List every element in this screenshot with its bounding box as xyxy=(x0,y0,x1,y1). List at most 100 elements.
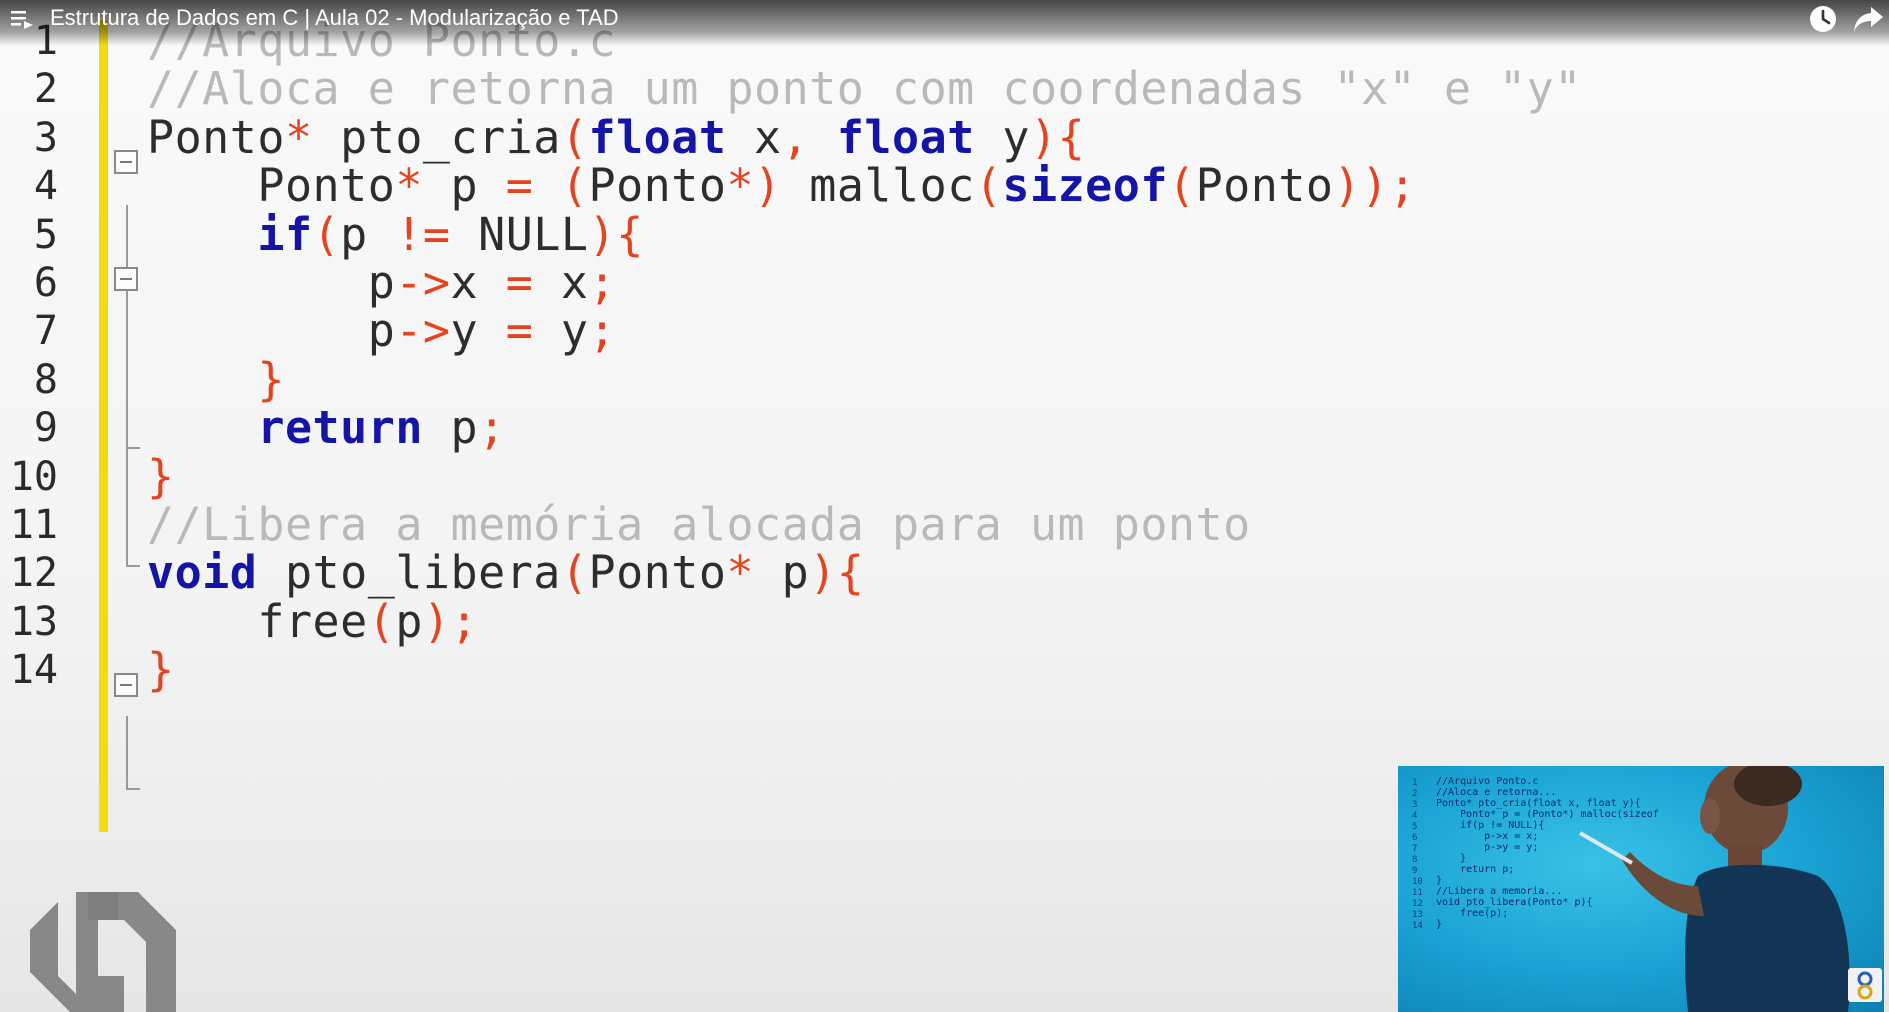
code-operator: -> xyxy=(395,304,451,358)
code-operator: ){ xyxy=(588,207,644,261)
code-line[interactable]: Ponto* pto_cria(float x, float y){ xyxy=(147,111,1085,164)
presenter-image xyxy=(1579,766,1850,1012)
code-operator: = xyxy=(505,256,534,309)
playlist-icon[interactable] xyxy=(10,8,34,30)
code-operator: } xyxy=(147,643,175,697)
line-number: 3 xyxy=(33,114,58,161)
code-text: y xyxy=(974,110,1030,164)
code-operator: ){ xyxy=(809,546,865,600)
code-operator: ); xyxy=(422,594,479,648)
code-operator: *) xyxy=(726,159,782,213)
clock-icon[interactable] xyxy=(1808,4,1838,34)
code-text: x xyxy=(726,110,782,164)
line-number: 7 xyxy=(33,308,58,355)
code-text: p xyxy=(754,546,810,600)
fold-toggle-line-5[interactable] xyxy=(114,267,138,291)
gutter-change-marker xyxy=(99,20,108,832)
code-operator: ( xyxy=(560,110,589,164)
code-text: Ponto xyxy=(1195,159,1334,213)
code-operator: , xyxy=(781,110,810,164)
code-line[interactable]: //Libera a memória alocada para um ponto xyxy=(147,498,1251,551)
line-number: 12 xyxy=(9,550,58,597)
code-keyword: if xyxy=(257,207,313,261)
code-text: p xyxy=(147,304,396,358)
code-text: NULL xyxy=(450,207,589,261)
code-text: p xyxy=(422,159,506,213)
code-text: pto_libera xyxy=(257,546,561,600)
share-icon[interactable] xyxy=(1852,4,1884,34)
code-operator: } xyxy=(257,352,285,406)
code-line[interactable]: return p; xyxy=(147,401,506,454)
code-keyword: void xyxy=(147,546,258,600)
code-line[interactable]: Ponto* p = (Ponto*) malloc(sizeof(Ponto)… xyxy=(147,159,1416,212)
code-keyword: sizeof xyxy=(1002,159,1168,213)
code-operator: = xyxy=(505,304,534,358)
code-comment: //Aloca e retorna um ponto com coordenad… xyxy=(147,62,1582,116)
code-text: Ponto xyxy=(588,546,727,600)
fold-toggle-line-12[interactable] xyxy=(114,673,138,697)
code-keyword: float xyxy=(836,110,975,164)
channel-badge-icon[interactable] xyxy=(1848,968,1882,1002)
code-text: p xyxy=(340,207,396,261)
line-number: 14 xyxy=(9,647,58,694)
code-text: p xyxy=(395,594,423,648)
code-operator: * xyxy=(284,110,313,164)
code-line[interactable]: void pto_libera(Ponto* p){ xyxy=(147,546,864,599)
code-operator: ( xyxy=(312,207,341,261)
fold-toggle-line-3[interactable] xyxy=(114,150,138,174)
code-text: Ponto xyxy=(147,110,285,164)
code-line[interactable]: //Aloca e retorna um ponto com coordenad… xyxy=(147,62,1582,115)
code-operator: } xyxy=(147,449,175,503)
fold-guide-line xyxy=(126,205,128,565)
code-text: malloc xyxy=(781,159,975,213)
code-line[interactable]: free(p); xyxy=(147,595,478,648)
line-number: 5 xyxy=(33,211,58,258)
code-text: x xyxy=(450,256,506,309)
code-line[interactable]: p->x = x; xyxy=(147,256,616,309)
code-line[interactable]: } xyxy=(147,450,175,503)
code-operator: ; xyxy=(478,401,506,455)
code-text: p xyxy=(147,256,396,309)
line-number: 4 xyxy=(33,163,58,210)
code-operator: != xyxy=(395,207,451,261)
fold-end-line xyxy=(126,565,140,567)
code-operator: * xyxy=(726,546,755,600)
line-number: 11 xyxy=(9,502,58,548)
code-keyword: return xyxy=(257,401,423,455)
code-text: y xyxy=(450,304,506,358)
video-title[interactable]: Estrutura de Dados em C | Aula 02 - Modu… xyxy=(50,5,619,31)
code-line[interactable]: if(p != NULL){ xyxy=(147,208,644,261)
code-operator: * xyxy=(395,159,423,213)
university-logo xyxy=(30,892,176,1012)
code-operator: ( xyxy=(560,546,589,600)
code-text: y xyxy=(533,304,589,358)
fold-guide-line xyxy=(126,716,128,788)
code-operator: ( xyxy=(1167,159,1196,213)
code-text: free xyxy=(147,594,368,648)
code-line[interactable]: p->y = y; xyxy=(147,304,616,357)
code-line[interactable]: } xyxy=(147,643,175,696)
line-number: 6 xyxy=(33,260,58,306)
video-top-bar: Estrutura de Dados em C | Aula 02 - Modu… xyxy=(0,0,1889,46)
code-text: Ponto xyxy=(588,159,727,213)
code-line[interactable]: } xyxy=(147,353,285,406)
fold-end-line xyxy=(126,788,140,790)
line-number: 13 xyxy=(9,598,58,645)
line-number: 2 xyxy=(33,66,58,113)
line-number: 8 xyxy=(33,356,58,403)
code-operator: ){ xyxy=(1030,110,1086,164)
code-operator: ( xyxy=(974,159,1003,213)
code-operator: -> xyxy=(395,256,451,309)
code-text: Ponto xyxy=(147,159,396,213)
code-operator: ( xyxy=(367,594,396,648)
video-preview-thumbnail[interactable]: 1//Arquivo Ponto.c 2//Aloca e retorna... 3… xyxy=(1398,766,1884,1012)
code-operator: ; xyxy=(588,256,617,309)
code-text: x xyxy=(533,256,589,309)
line-number: 9 xyxy=(33,405,58,452)
line-number: 10 xyxy=(9,453,58,500)
code-operator: = xyxy=(505,159,534,213)
